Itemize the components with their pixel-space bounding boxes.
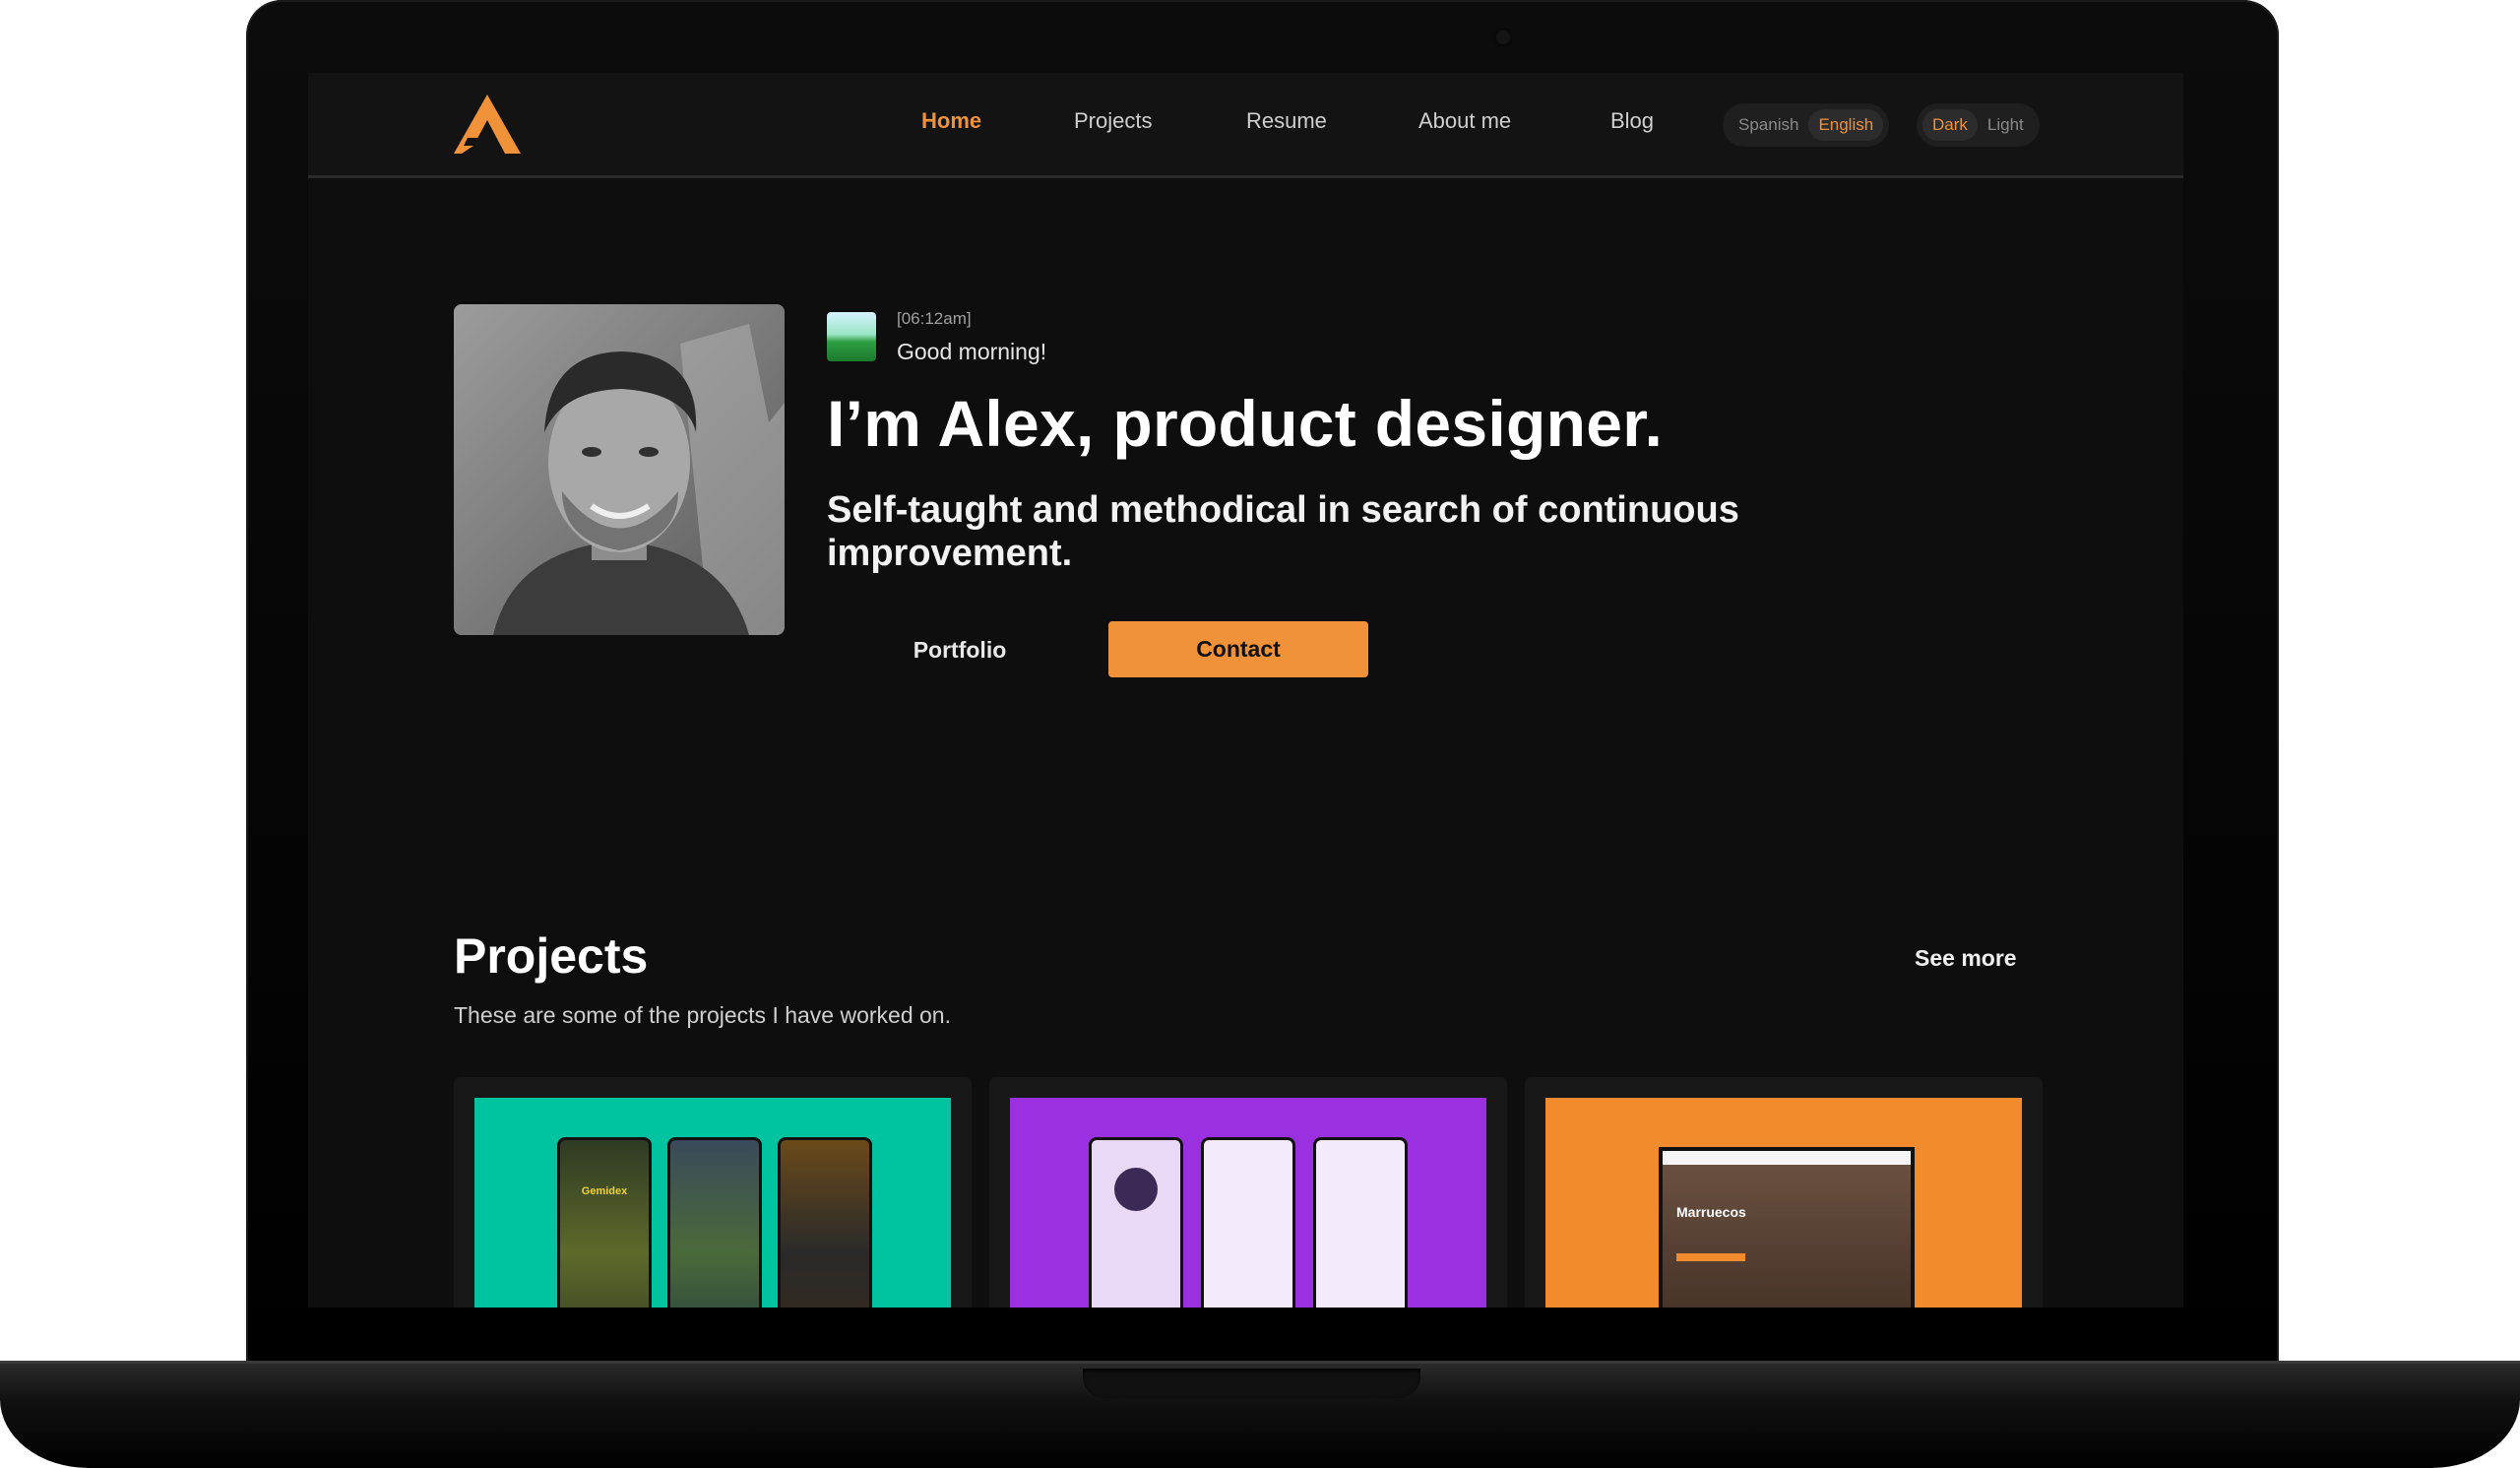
- hero-headline: I’m Alex, product designer.: [827, 387, 1664, 460]
- phone-mockup: [1313, 1137, 1408, 1308]
- project-card[interactable]: Gemidex: [454, 1077, 972, 1308]
- nav-blog[interactable]: Blog: [1610, 108, 1654, 134]
- profile-photo: [454, 304, 785, 635]
- logo-icon[interactable]: [454, 95, 521, 154]
- app-name: Gemidex: [581, 1185, 628, 1197]
- theme-toggle: Dark Light: [1917, 103, 2040, 147]
- current-time: [06:12am]: [897, 309, 972, 328]
- project-card[interactable]: Marruecos: [1525, 1077, 2043, 1308]
- language-option-spanish[interactable]: Spanish: [1729, 109, 1808, 141]
- projects-subtitle: These are some of the projects I have wo…: [454, 1002, 951, 1028]
- website-header: [1663, 1151, 1911, 1165]
- camera-icon: [1493, 28, 1513, 47]
- laptop-notch: [1083, 1369, 1420, 1398]
- nav-projects[interactable]: Projects: [1074, 108, 1152, 134]
- projects-title: Projects: [454, 928, 649, 984]
- greeting-text: Good morning!: [897, 339, 1047, 364]
- badge-icon: [1114, 1168, 1158, 1211]
- project-thumbnail: Marruecos: [1545, 1098, 2022, 1308]
- contact-button[interactable]: Contact: [1108, 621, 1368, 677]
- project-thumbnail: Gemidex: [474, 1098, 951, 1308]
- phone-mockup: [778, 1137, 872, 1308]
- project-card[interactable]: [989, 1077, 1507, 1308]
- website-mockup: Marruecos: [1659, 1147, 1915, 1308]
- nav-resume[interactable]: Resume: [1246, 108, 1327, 134]
- theme-option-dark[interactable]: Dark: [1922, 109, 1978, 141]
- landscape-icon: [827, 312, 876, 361]
- language-option-english[interactable]: English: [1808, 109, 1884, 141]
- phone-mockup: [1201, 1137, 1295, 1308]
- theme-option-light[interactable]: Light: [1978, 109, 2034, 141]
- nav-home[interactable]: Home: [921, 108, 981, 134]
- website-title: Marruecos: [1676, 1204, 1746, 1220]
- nav-about-me[interactable]: About me: [1418, 108, 1511, 134]
- project-thumbnail: [1010, 1098, 1486, 1308]
- navbar: Home Projects Resume About me Blog Spani…: [308, 73, 2183, 178]
- phone-mockup: [1089, 1137, 1183, 1308]
- phone-mockup: Gemidex: [557, 1137, 652, 1308]
- phone-mockup: [667, 1137, 762, 1308]
- website-hero: Marruecos: [1663, 1165, 1911, 1308]
- screen: Home Projects Resume About me Blog Spani…: [308, 73, 2183, 1308]
- portfolio-button[interactable]: Portfolio: [827, 622, 1093, 677]
- website-cta: [1676, 1253, 1745, 1261]
- language-toggle: Spanish English: [1723, 103, 1890, 147]
- hero-subheadline: Self-taught and methodical in search of …: [827, 489, 1739, 574]
- see-more-link[interactable]: See more: [1915, 945, 2017, 972]
